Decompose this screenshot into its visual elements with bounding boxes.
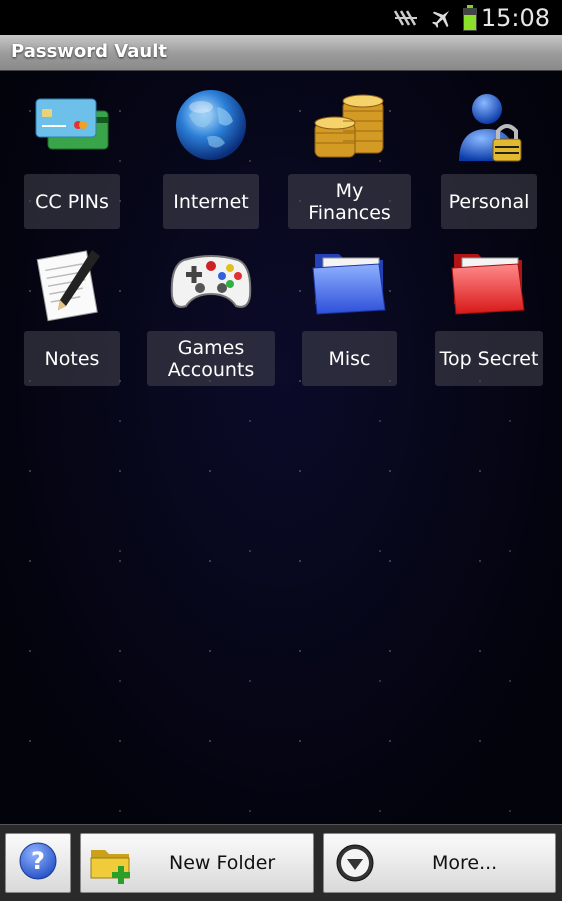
folder-cc-pins[interactable]: CC PINs	[20, 81, 124, 231]
app-title: Password Vault	[11, 41, 167, 62]
globe-icon	[171, 85, 251, 169]
folder-grid: CC PINs Internet My Finances Personal No…	[0, 71, 562, 824]
folder-label: Misc	[302, 331, 397, 386]
folder-personal[interactable]: Personal	[437, 81, 541, 231]
more-label: More...	[432, 852, 498, 874]
gamepad-icon	[170, 246, 252, 320]
folder-label: Top Secret	[435, 331, 543, 386]
folder-notes[interactable]: Notes	[20, 238, 124, 388]
svg-text:?: ?	[31, 847, 45, 875]
airplane-mode-icon	[430, 0, 454, 35]
battery-icon	[463, 0, 477, 35]
nfc-icon	[393, 0, 419, 35]
status-clock: 15:08	[480, 3, 550, 32]
more-button[interactable]: More...	[323, 833, 556, 893]
folder-label: CC PINs	[24, 174, 120, 229]
new-folder-icon	[89, 844, 135, 891]
folder-top-secret[interactable]: Top Secret	[434, 238, 544, 388]
help-question-icon: ?	[18, 841, 58, 886]
folder-label: My Finances	[288, 174, 411, 229]
help-button[interactable]: ?	[5, 833, 71, 893]
new-folder-button[interactable]: New Folder	[80, 833, 314, 893]
user-lock-icon	[451, 85, 531, 169]
new-folder-label: New Folder	[169, 852, 276, 874]
folder-my-finances[interactable]: My Finances	[287, 81, 412, 231]
red-folder-icon	[448, 244, 528, 324]
folder-label: Notes	[24, 331, 120, 386]
folder-games-accounts[interactable]: Games Accounts	[146, 238, 276, 388]
credit-cards-icon	[32, 87, 112, 161]
folder-internet[interactable]: Internet	[159, 81, 263, 231]
status-bar: 15:08	[0, 0, 562, 35]
notepad-pen-icon	[32, 244, 112, 328]
gold-coins-icon	[309, 87, 389, 171]
app-title-bar: Password Vault	[0, 35, 562, 71]
blue-folder-icon	[309, 244, 389, 324]
folder-misc[interactable]: Misc	[301, 238, 398, 388]
bottom-toolbar: ? New Folder More...	[0, 824, 562, 901]
folder-label: Personal	[441, 174, 537, 229]
chevron-down-icon	[335, 843, 375, 888]
folder-label: Internet	[163, 174, 259, 229]
folder-label: Games Accounts	[147, 331, 275, 386]
